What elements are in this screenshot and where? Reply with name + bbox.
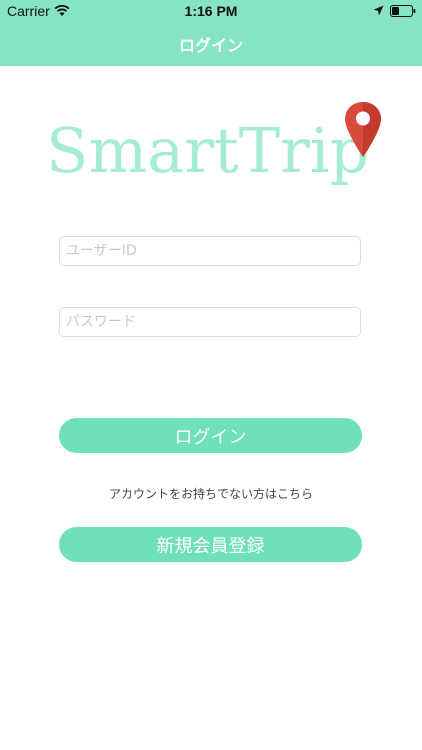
location-arrow-icon (373, 5, 384, 16)
password-input[interactable] (59, 307, 361, 337)
user-id-input[interactable] (59, 236, 361, 266)
status-bar: Carrier 1:16 PM (0, 0, 422, 22)
map-pin-icon (345, 102, 381, 157)
page-title: ログイン (178, 36, 243, 55)
login-button[interactable]: ログイン (59, 418, 362, 453)
navigation-bar: Carrier 1:16 PM ログイン (0, 0, 422, 66)
logo-wordmark: SmartTrip (46, 114, 370, 187)
register-button[interactable]: 新規会員登録 (59, 527, 362, 562)
clock: 1:16 PM (184, 3, 238, 19)
no-account-hint: アカウントをお持ちでない方はこちら (108, 487, 313, 501)
battery-icon (390, 5, 416, 17)
smarttrip-logo: SmartTrip (46, 100, 386, 200)
